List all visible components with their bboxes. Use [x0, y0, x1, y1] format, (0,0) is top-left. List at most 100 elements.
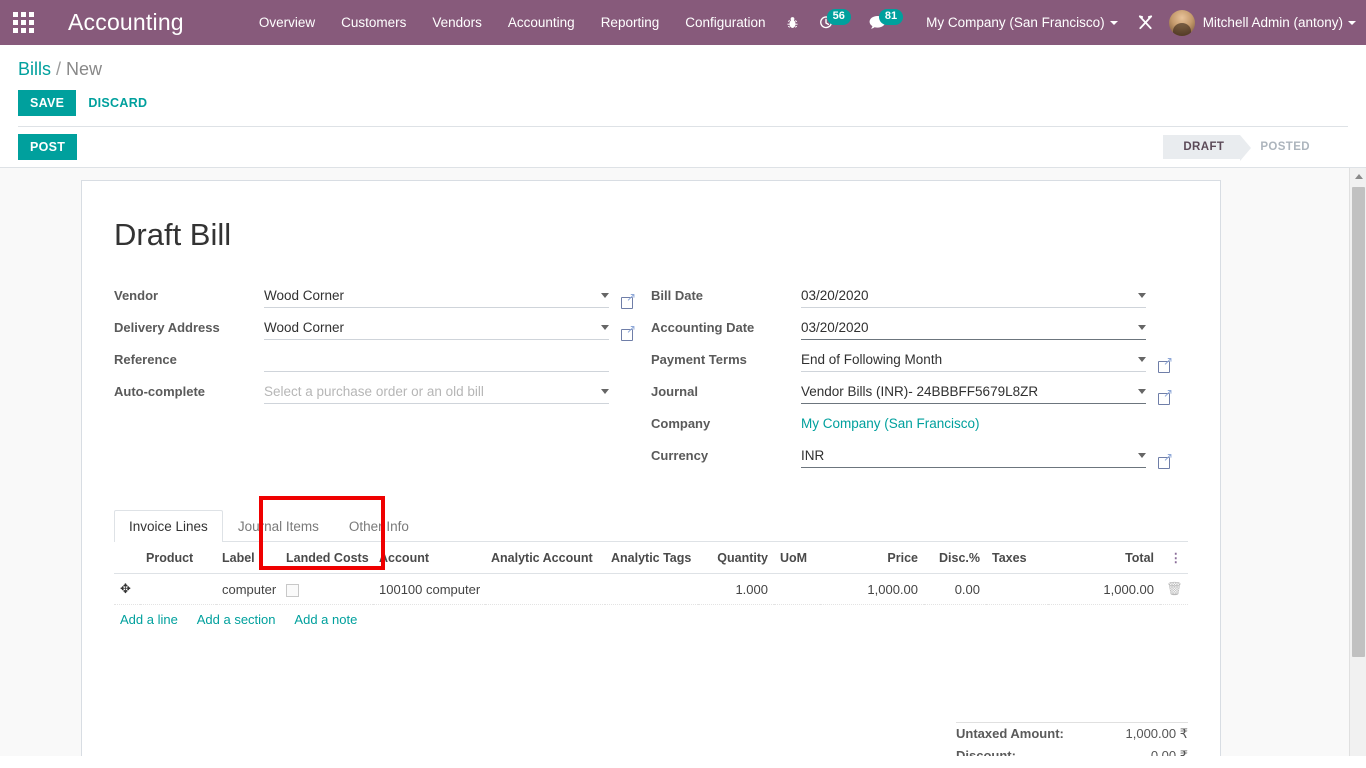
th-total[interactable]: Total — [1048, 542, 1160, 574]
totals-block: Untaxed Amount: 1,000.00 ₹ Discount: 0.0… — [114, 720, 1188, 756]
vertical-scrollbar[interactable] — [1349, 168, 1366, 756]
menu-item-reporting[interactable]: Reporting — [588, 0, 673, 45]
th-quantity[interactable]: Quantity — [698, 542, 774, 574]
external-link-icon[interactable] — [621, 291, 636, 309]
table-row[interactable]: ✥ computer 100100 computer 1.000 1,000.0… — [114, 573, 1188, 605]
company-switcher[interactable]: My Company (San Francisco) — [926, 15, 1118, 30]
bug-icon[interactable] — [785, 15, 800, 30]
chevron-down-icon[interactable] — [601, 388, 609, 394]
avatar[interactable] — [1168, 9, 1195, 36]
menu-item-configuration[interactable]: Configuration — [672, 0, 778, 45]
th-landed-costs[interactable]: Landed Costs — [280, 542, 373, 574]
tab-other-info[interactable]: Other Info — [334, 510, 424, 542]
chevron-down-icon[interactable] — [601, 292, 609, 298]
apps-grid-icon[interactable] — [0, 0, 46, 45]
user-menu[interactable]: Mitchell Admin (antony) — [1203, 15, 1356, 30]
field-value-bill-date[interactable]: 03/20/2020 — [801, 286, 1146, 308]
chevron-down-icon[interactable] — [1138, 388, 1146, 394]
breadcrumb-root[interactable]: Bills — [18, 59, 51, 79]
status-posted[interactable]: POSTED — [1240, 135, 1326, 159]
field-value-vendor[interactable]: Wood Corner — [264, 286, 609, 308]
th-taxes[interactable]: Taxes — [986, 542, 1048, 574]
cell-landed-costs[interactable] — [280, 573, 373, 605]
menu-item-overview[interactable]: Overview — [246, 0, 328, 45]
menu-item-customers[interactable]: Customers — [328, 0, 419, 45]
field-row-reference: Reference — [114, 345, 651, 372]
chevron-down-icon — [1109, 21, 1118, 26]
cell-product[interactable] — [140, 573, 216, 605]
th-analytic-tags[interactable]: Analytic Tags — [605, 542, 698, 574]
th-discount[interactable]: Disc.% — [924, 542, 986, 574]
chevron-down-icon[interactable] — [601, 324, 609, 330]
currency-input-text: INR — [801, 447, 825, 463]
cell-price[interactable]: 1,000.00 — [820, 573, 924, 605]
field-value-payment-terms[interactable]: End of Following Month — [801, 350, 1146, 372]
breadcrumb: Bills / New — [18, 45, 1348, 80]
drag-handle-icon[interactable]: ✥ — [114, 573, 140, 605]
cell-quantity[interactable]: 1.000 — [698, 573, 774, 605]
status-draft[interactable]: DRAFT — [1163, 135, 1252, 161]
tab-invoice-lines[interactable]: Invoice Lines — [114, 510, 223, 542]
th-price[interactable]: Price — [820, 542, 924, 574]
statusbar-row: POST DRAFT POSTED — [0, 127, 1366, 168]
cell-taxes[interactable] — [986, 573, 1048, 605]
chat-bubble-icon[interactable]: 81 — [869, 8, 904, 31]
field-value-company[interactable]: My Company (San Francisco) — [801, 414, 1146, 436]
app-brand-title[interactable]: Accounting — [68, 9, 184, 36]
add-a-note-link[interactable]: Add a note — [294, 612, 357, 627]
debug-wrench-icon[interactable] — [1137, 14, 1154, 31]
scrollbar-thumb[interactable] — [1352, 187, 1365, 657]
field-label-accounting-date: Accounting Date — [651, 320, 755, 335]
discard-button[interactable]: DISCARD — [76, 90, 159, 116]
chevron-down-icon[interactable] — [1138, 292, 1146, 298]
cell-account[interactable]: 100100 computer — [373, 573, 485, 605]
status-pipeline: DRAFT POSTED — [1163, 135, 1326, 161]
cell-uom[interactable] — [774, 573, 820, 605]
external-link-icon[interactable] — [1158, 355, 1173, 373]
chevron-down-icon[interactable] — [1138, 452, 1146, 458]
field-row-payment-terms: Payment Terms End of Following Month — [651, 345, 1188, 373]
notebook: Invoice Lines Journal Items Other Info P… — [114, 509, 1188, 634]
chevron-down-icon[interactable] — [1138, 356, 1146, 362]
scroll-up-arrow-icon[interactable] — [1350, 168, 1366, 185]
auto-complete-placeholder: Select a purchase order or an old bill — [264, 383, 484, 399]
th-account[interactable]: Account — [373, 542, 485, 574]
th-analytic-account[interactable]: Analytic Account — [485, 542, 605, 574]
field-value-auto-complete[interactable]: Select a purchase order or an old bill — [264, 382, 609, 404]
field-value-accounting-date[interactable]: 03/20/2020 — [801, 318, 1146, 340]
field-value-currency[interactable]: INR — [801, 446, 1146, 468]
cell-analytic-tags[interactable] — [605, 573, 698, 605]
add-links-row: Add a line Add a section Add a note — [114, 605, 1188, 635]
page-title: Draft Bill — [114, 217, 232, 252]
activity-clock-icon[interactable]: 56 — [818, 8, 851, 31]
field-value-delivery-address[interactable]: Wood Corner — [264, 318, 609, 340]
field-value-journal[interactable]: Vendor Bills (INR)- 24BBBFF5679L8ZR — [801, 382, 1146, 404]
external-link-icon[interactable] — [621, 323, 636, 341]
field-value-reference[interactable] — [264, 350, 609, 372]
field-row-vendor: Vendor Wood Corner — [114, 281, 651, 309]
column-options-icon[interactable]: ⋮ — [1160, 542, 1188, 574]
th-product[interactable]: Product — [140, 542, 216, 574]
external-link-icon[interactable] — [1158, 387, 1173, 405]
activity-count-badge: 56 — [826, 8, 851, 25]
menu-item-vendors[interactable]: Vendors — [419, 0, 495, 45]
cell-total[interactable]: 1,000.00 — [1048, 573, 1160, 605]
add-a-section-link[interactable]: Add a section — [197, 612, 276, 627]
company-value-link[interactable]: My Company (San Francisco) — [801, 416, 1146, 431]
chevron-down-icon[interactable] — [1138, 324, 1146, 330]
save-button[interactable]: SAVE — [18, 90, 77, 116]
landed-costs-checkbox[interactable] — [286, 583, 299, 597]
delete-row-button[interactable]: 🗑 — [1160, 573, 1188, 605]
add-a-line-link[interactable]: Add a line — [120, 612, 178, 627]
form-column-left: Vendor Wood Corner Delivery Address Wood… — [114, 281, 651, 473]
menu-item-accounting[interactable]: Accounting — [495, 0, 588, 45]
cell-discount[interactable]: 0.00 — [924, 573, 986, 605]
totals-untaxed-row: Untaxed Amount: 1,000.00 ₹ — [956, 723, 1188, 745]
th-uom[interactable]: UoM — [774, 542, 820, 574]
external-link-icon[interactable] — [1158, 451, 1173, 469]
post-button[interactable]: POST — [18, 134, 78, 160]
cell-analytic-account[interactable] — [485, 573, 605, 605]
cell-label[interactable]: computer — [216, 573, 280, 605]
tab-journal-items[interactable]: Journal Items — [223, 510, 334, 542]
th-label[interactable]: Label — [216, 542, 280, 574]
